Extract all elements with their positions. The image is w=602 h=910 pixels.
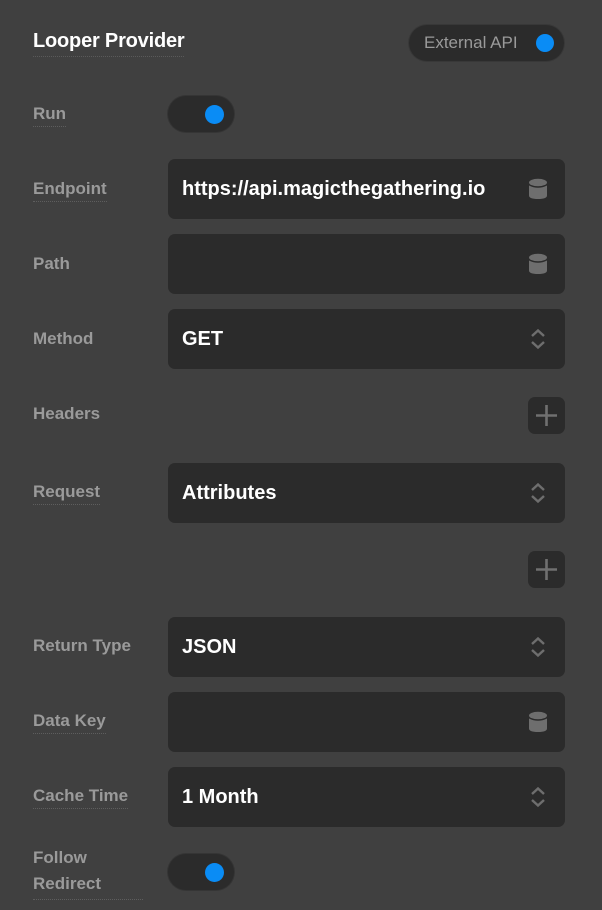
database-icon[interactable]	[528, 253, 548, 275]
endpoint-value: https://api.magicthegathering.io	[182, 177, 486, 200]
external-api-toggle-pill[interactable]: External API	[409, 25, 564, 61]
looper-provider-panel: Looper Provider External API Run Endpoin…	[0, 0, 602, 910]
return-type-label: Return Type	[33, 636, 131, 655]
cache-time-label: Cache Time	[33, 786, 129, 809]
method-select[interactable]: GET	[168, 309, 565, 369]
add-header-button[interactable]	[528, 397, 565, 434]
plus-icon	[536, 559, 557, 580]
return-type-value: JSON	[182, 635, 237, 658]
chevron-up-down-icon	[531, 482, 545, 504]
data-key-label: Data Key	[33, 711, 106, 734]
return-type-select[interactable]: JSON	[168, 617, 565, 677]
run-label: Run	[33, 104, 67, 127]
cache-time-select[interactable]: 1 Month	[168, 767, 565, 827]
plus-icon	[536, 405, 557, 426]
panel-title: Looper Provider	[33, 30, 185, 57]
active-dot-icon	[536, 34, 554, 52]
follow-redirect-label: Follow Redirect	[33, 845, 143, 900]
method-label: Method	[33, 329, 94, 348]
follow-redirect-label-line1: Follow	[33, 848, 87, 867]
endpoint-input[interactable]: https://api.magicthegathering.io	[168, 159, 565, 219]
request-label: Request	[33, 482, 101, 505]
toggle-knob	[205, 105, 224, 124]
run-toggle[interactable]	[168, 96, 234, 132]
chevron-up-down-icon	[531, 328, 545, 350]
toggle-knob	[205, 863, 224, 882]
headers-label: Headers	[33, 404, 101, 423]
path-label: Path	[33, 254, 70, 273]
external-api-label: External API	[424, 33, 518, 52]
add-request-attribute-button[interactable]	[528, 551, 565, 588]
database-icon[interactable]	[528, 178, 548, 200]
database-icon[interactable]	[528, 711, 548, 733]
request-select[interactable]: Attributes	[168, 463, 565, 523]
follow-redirect-toggle[interactable]	[168, 854, 234, 890]
endpoint-label: Endpoint	[33, 179, 107, 202]
follow-redirect-label-line2: Redirect	[33, 874, 102, 893]
data-key-input[interactable]	[168, 692, 565, 752]
cache-time-value: 1 Month	[182, 785, 259, 808]
method-value: GET	[182, 327, 224, 350]
request-value: Attributes	[182, 481, 277, 504]
chevron-up-down-icon	[531, 786, 545, 808]
chevron-up-down-icon	[531, 636, 545, 658]
path-input[interactable]	[168, 234, 565, 294]
